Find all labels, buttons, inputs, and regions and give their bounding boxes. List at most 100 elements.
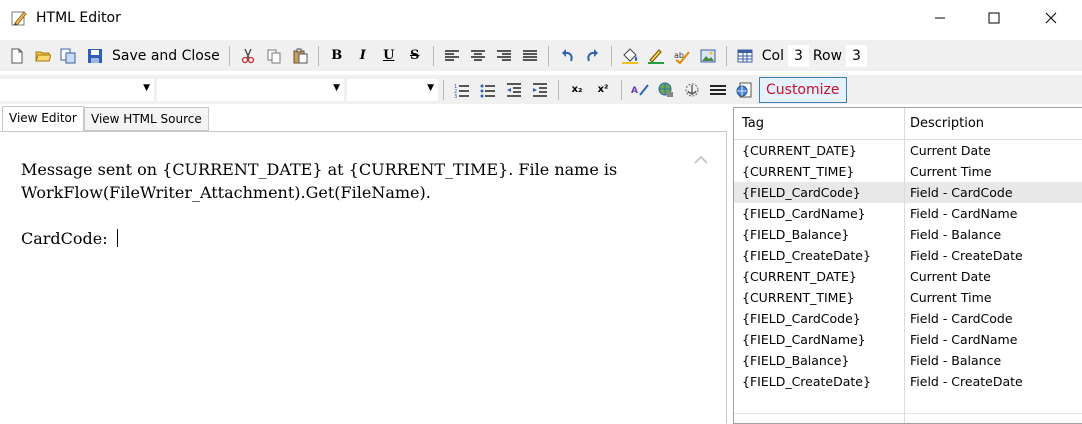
superscript-button[interactable]: x² [591, 78, 615, 102]
format-toolbar: ▼ ▼ ▼ 123 x₂ x² A Customize [0, 75, 1082, 104]
table-row[interactable]: {CURRENT_TIME} Current Time [734, 287, 1082, 308]
toolbar-separator [558, 79, 559, 100]
column-divider [904, 108, 905, 423]
editor-line: Message sent on {CURRENT_DATE} at {CURRE… [21, 160, 618, 179]
paint-bucket-icon [621, 47, 638, 64]
save-close-icon-button[interactable] [83, 44, 107, 68]
description-cell: Field - CardName [910, 206, 1018, 221]
align-center-button[interactable] [466, 44, 490, 68]
insert-anchor-button[interactable] [680, 78, 704, 102]
italic-button[interactable]: I [351, 44, 375, 68]
editor-content[interactable]: Message sent on {CURRENT_DATE} at {CURRE… [21, 158, 681, 250]
customize-button[interactable]: Customize [759, 76, 847, 103]
description-cell: Field - Balance [910, 353, 1002, 368]
outdent-button[interactable] [502, 78, 526, 102]
align-left-button[interactable] [440, 44, 464, 68]
spell-check-button[interactable]: ab [670, 44, 694, 68]
table-row[interactable]: {FIELD_CreateDate} Field - CreateDate [734, 371, 1082, 392]
minimize-icon [935, 17, 945, 19]
font-size-combo[interactable]: ▼ [347, 78, 438, 101]
editor-line-text: CardCode: [21, 229, 113, 248]
scroll-up-button[interactable] [694, 154, 708, 169]
toolbar-separator [610, 45, 612, 66]
table-row[interactable]: {FIELD_CardName} Field - CardName [734, 329, 1082, 350]
horizontal-rule-button[interactable] [706, 78, 730, 102]
open-button[interactable] [31, 44, 55, 68]
description-cell: Current Date [910, 269, 991, 284]
column-header-tag[interactable]: Tag [742, 108, 902, 139]
strikethrough-button[interactable]: S [403, 44, 427, 68]
highlight-color-button[interactable] [618, 44, 642, 68]
description-cell: Field - CreateDate [910, 374, 1023, 389]
description-cell: Current Date [910, 143, 991, 158]
window-title: HTML Editor [36, 10, 121, 26]
paste-button[interactable] [288, 44, 312, 68]
col-value-field[interactable]: 3 [787, 44, 809, 67]
main-toolbar: Save and Close B I U S ab Col 3 Row 3 [0, 40, 1082, 71]
table-row[interactable]: {FIELD_Balance} Field - Balance [734, 224, 1082, 245]
table-row[interactable]: {FIELD_CreateDate} Field - CreateDate [734, 245, 1082, 266]
find-replace-icon: A [631, 83, 649, 96]
toolbar-separator [621, 79, 622, 100]
tag-grid[interactable]: Tag Description {CURRENT_DATE} Current Da… [733, 107, 1082, 424]
tag-cell: {FIELD_CreateDate} [742, 374, 871, 389]
tag-cell: {FIELD_Balance} [742, 227, 850, 242]
replace-button[interactable]: A [628, 78, 652, 102]
column-header-description[interactable]: Description [910, 108, 1080, 139]
row-label: Row [812, 47, 843, 64]
save-and-close-button[interactable]: Save and Close [108, 48, 224, 64]
svg-text:A: A [631, 86, 638, 96]
dropdown-arrow-icon: ▼ [333, 82, 340, 93]
tab-view-html-source[interactable]: View HTML Source [84, 107, 209, 131]
redo-icon [587, 48, 598, 61]
bullet-list-button[interactable] [476, 78, 500, 102]
scissors-icon [241, 48, 254, 63]
wysiwyg-editor[interactable]: Message sent on {CURRENT_DATE} at {CURRE… [0, 131, 727, 423]
subscript-button[interactable]: x₂ [565, 78, 589, 102]
new-document-button[interactable] [5, 44, 29, 68]
numbered-list-button[interactable]: 123 [450, 78, 474, 102]
justify-button[interactable] [518, 44, 542, 68]
insert-image-button[interactable] [696, 44, 720, 68]
bold-button[interactable]: B [325, 44, 349, 68]
underline-button[interactable]: U [377, 44, 401, 68]
insert-table-button[interactable] [733, 44, 757, 68]
tab-view-editor[interactable]: View Editor [2, 106, 84, 132]
align-left-icon [444, 49, 459, 61]
align-center-icon [470, 49, 485, 61]
empty-row[interactable] [734, 392, 1082, 414]
minimize-button[interactable] [917, 0, 963, 36]
maximize-button[interactable] [971, 0, 1017, 36]
copy-icon [267, 49, 281, 63]
redo-button[interactable] [581, 44, 605, 68]
table-row[interactable]: {FIELD_CardCode} Field - CardCode [734, 308, 1082, 329]
close-button[interactable] [1028, 0, 1074, 36]
table-row[interactable]: {CURRENT_DATE} Current Date [734, 266, 1082, 287]
tag-cell: {FIELD_CardCode} [742, 311, 861, 326]
editor-line-current: CardCode: [21, 227, 681, 250]
cut-button[interactable] [236, 44, 260, 68]
globe-link-icon [658, 82, 673, 97]
undo-button[interactable] [555, 44, 579, 68]
col-label: Col [761, 47, 784, 64]
tag-cell: {FIELD_Balance} [742, 353, 850, 368]
indent-button[interactable] [528, 78, 552, 102]
insert-link-button[interactable] [654, 78, 678, 102]
table-row[interactable]: {FIELD_CardCode} Field - CardCode [734, 182, 1082, 203]
table-row[interactable]: {FIELD_CardName} Field - CardName [734, 203, 1082, 224]
paste-clipboard-icon [293, 48, 308, 63]
copy-document-button[interactable] [57, 44, 81, 68]
font-family-combo[interactable]: ▼ [157, 78, 344, 101]
insert-html-button[interactable] [732, 78, 756, 102]
font-color-button[interactable] [644, 44, 668, 68]
title-bar: HTML Editor [0, 0, 1082, 38]
tag-grid-header: Tag Description [734, 108, 1082, 140]
table-row[interactable]: {FIELD_Balance} Field - Balance [734, 350, 1082, 371]
svg-text:3: 3 [454, 94, 457, 98]
paragraph-style-combo[interactable]: ▼ [0, 78, 154, 101]
row-value-field[interactable]: 3 [846, 44, 867, 67]
copy-button[interactable] [262, 44, 286, 68]
align-right-button[interactable] [492, 44, 516, 68]
table-row[interactable]: {CURRENT_DATE} Current Date [734, 140, 1082, 161]
table-row[interactable]: {CURRENT_TIME} Current Time [734, 161, 1082, 182]
